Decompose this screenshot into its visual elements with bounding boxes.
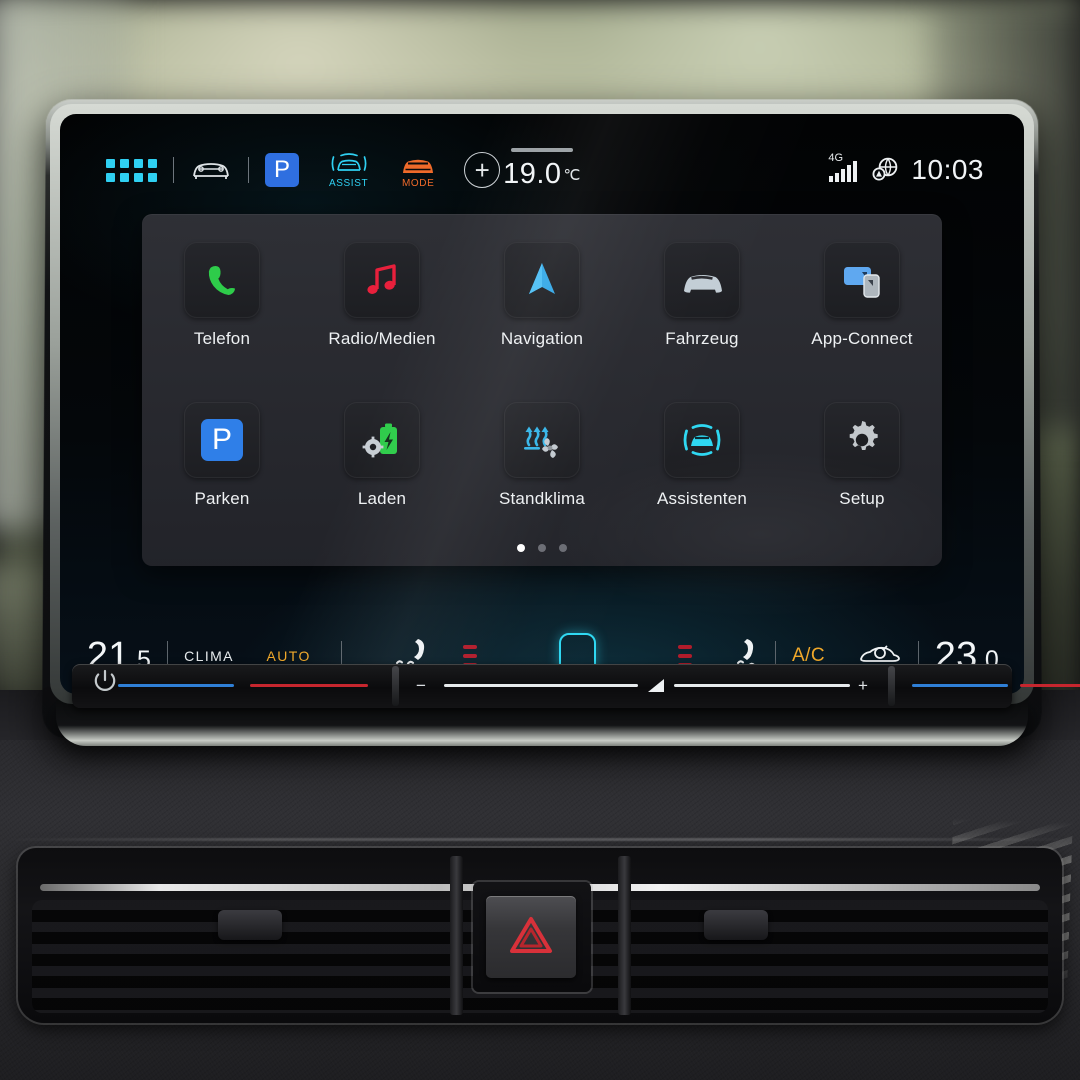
app-tile-telefon[interactable]: Telefon (142, 242, 302, 349)
app-label: Navigation (500, 329, 584, 348)
app-tile-fahrzeug[interactable]: Fahrzeug (622, 242, 782, 349)
page-dot-3[interactable] (559, 544, 567, 552)
outside-temperature-value: 19.0 (503, 158, 562, 190)
app-grid-row-2: P Parken Laden Standklima Assistenten Se… (142, 402, 942, 509)
app-tile-bg (664, 242, 740, 318)
globe-icon[interactable] (871, 156, 899, 184)
status-bar-right-group: 4G 10:03 (828, 142, 984, 198)
page-dot-2[interactable] (538, 544, 546, 552)
air-vent-knob-left[interactable] (218, 910, 282, 940)
page-indicator[interactable] (142, 544, 942, 552)
power-button[interactable] (92, 668, 118, 699)
volume-slider-left[interactable] (444, 684, 638, 687)
slider-divider-left (392, 666, 399, 706)
heat-level-bar (678, 645, 693, 649)
network-status[interactable]: 4G (828, 152, 859, 184)
volume-icon (648, 679, 664, 692)
car-front-icon (684, 275, 722, 293)
app-tile-parken[interactable]: P Parken (142, 402, 302, 509)
air-vent-knob-right[interactable] (704, 910, 768, 940)
clima-label: CLIMA (184, 648, 234, 664)
app-label: Radio/Medien (328, 329, 436, 348)
app-tile-assistenten[interactable]: Assistenten (622, 402, 782, 509)
status-bar: P ASSIST MODE + 19.0 ℃ 4G 10:03 (60, 142, 1024, 198)
app-tile-navigation[interactable]: Navigation (462, 242, 622, 349)
hazard-triangle-icon (509, 915, 553, 960)
app-tile-bg (344, 402, 420, 478)
app-tile-bg (824, 402, 900, 478)
clock: 10:03 (911, 154, 984, 185)
slider-divider-right (888, 666, 895, 706)
temp-slider-cool-left[interactable] (118, 684, 234, 687)
app-tile-bg: P (184, 402, 260, 478)
parking-p-icon: P (201, 419, 243, 461)
assist-radar-icon (683, 424, 721, 456)
app-tile-bg (504, 242, 580, 318)
app-label: App-Connect (811, 329, 913, 348)
heat-level-bar (462, 645, 477, 649)
auto-button[interactable]: AUTO (266, 648, 311, 679)
temp-slider-cool-right[interactable] (912, 684, 1008, 687)
app-label: Standklima (498, 489, 586, 508)
auto-label: AUTO (266, 648, 311, 664)
volume-minus-button[interactable]: − (416, 676, 426, 696)
app-grid-panel: Telefon Radio/Medien Navigation Fahrzeug… (142, 214, 942, 566)
app-tile-bg (184, 242, 260, 318)
app-label: Fahrzeug (665, 329, 739, 348)
temp-slider-warm-left[interactable] (250, 684, 368, 687)
app-connect-icon (844, 267, 880, 298)
volume-plus-button[interactable]: + (858, 676, 868, 696)
hazard-light-button[interactable] (486, 896, 576, 978)
app-tile-standklima[interactable]: Standklima (462, 402, 622, 509)
outside-temperature-unit: ℃ (563, 167, 581, 184)
parking-p-glyph: P (211, 423, 232, 456)
app-label: Laden (357, 489, 407, 508)
gear-icon (849, 421, 878, 450)
battery-charge-icon (362, 423, 397, 458)
app-label: Parken (194, 489, 250, 508)
app-tile-bg (824, 242, 900, 318)
navigation-arrow-icon (529, 263, 555, 294)
app-tile-bg (504, 402, 580, 478)
app-grid-row-1: Telefon Radio/Medien Navigation Fahrzeug… (142, 242, 942, 349)
network-label: 4G (828, 152, 844, 164)
touch-slider-strip[interactable]: − + (72, 664, 1080, 708)
panel-pull-handle[interactable] (511, 148, 573, 152)
page-dot-1[interactable] (517, 544, 525, 552)
heat-level-bar (678, 654, 693, 658)
app-tile-app-connect[interactable]: App-Connect (782, 242, 942, 349)
app-label: Setup (839, 489, 885, 508)
app-label: Assistenten (656, 489, 748, 508)
infotainment-screen[interactable]: P ASSIST MODE + 19.0 ℃ 4G 10:03 Telefon … (60, 114, 1024, 694)
air-vent-divider-right (618, 856, 631, 1015)
music-note-icon (367, 264, 396, 294)
app-label: Telefon (193, 329, 251, 348)
app-tile-bg (344, 242, 420, 318)
temp-slider-warm-right[interactable] (1020, 684, 1080, 687)
climate-fan-icon (524, 426, 558, 458)
app-tile-laden[interactable]: Laden (302, 402, 462, 509)
heat-level-bar (462, 654, 477, 658)
volume-slider-right[interactable] (674, 684, 850, 687)
air-vent-divider-left (450, 856, 463, 1015)
app-tile-bg (664, 402, 740, 478)
app-tile-radio-medien[interactable]: Radio/Medien (302, 242, 462, 349)
clima-button[interactable]: CLIMA (184, 648, 234, 664)
dashboard-edge-highlight (0, 838, 1080, 841)
phone-icon (208, 266, 236, 295)
app-tile-setup[interactable]: Setup (782, 402, 942, 509)
air-recirculation-icon (859, 645, 900, 662)
